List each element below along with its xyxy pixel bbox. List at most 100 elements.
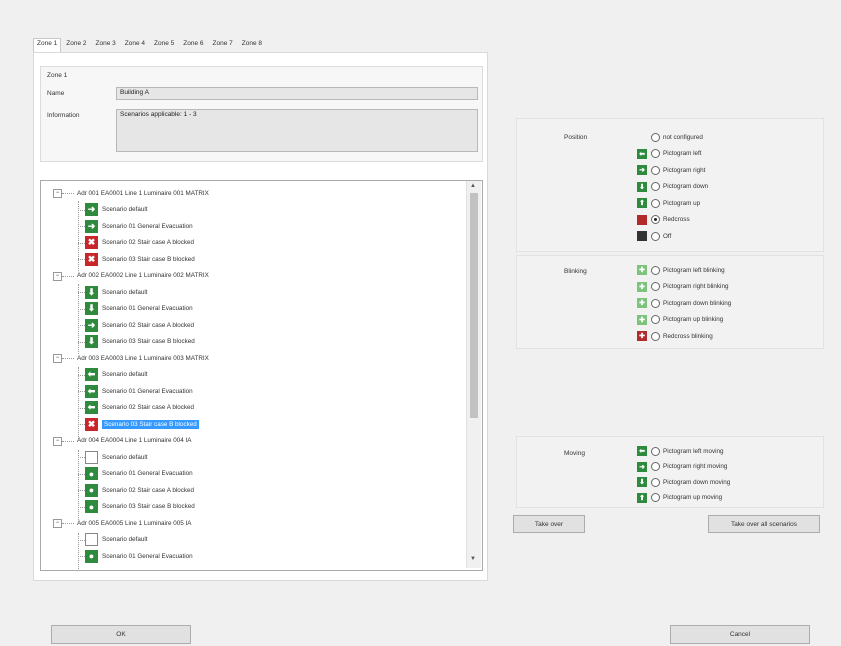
collapse-icon[interactable]: − bbox=[53, 354, 62, 363]
information-field[interactable]: Scenarios applicable: 1 - 3 bbox=[116, 109, 478, 152]
scroll-up-icon[interactable]: ▲ bbox=[470, 183, 476, 189]
tree-connector bbox=[78, 539, 85, 541]
tree-node-address[interactable]: Adr 003 EA0003 Line 1 Luminaire 003 MATR… bbox=[77, 350, 209, 366]
radio-button[interactable] bbox=[651, 132, 660, 142]
tree-connector bbox=[78, 556, 85, 557]
tree-node-scenario[interactable]: ● Scenario 02 Stair case A blocked bbox=[85, 482, 194, 498]
tree-node-scenario[interactable]: ✖ Scenario 02 Stair case A blocked bbox=[85, 235, 194, 251]
scroll-down-icon[interactable]: ▼ bbox=[470, 556, 476, 562]
radio-button[interactable] bbox=[651, 493, 660, 502]
tree-node-scenario[interactable]: ✖ Scenario 03 Stair case B blocked bbox=[85, 251, 195, 267]
name-label: Name bbox=[47, 90, 65, 97]
radio-button[interactable] bbox=[651, 446, 660, 456]
tree-node-scenario[interactable]: ● Scenario 01 General Evacuation bbox=[85, 466, 193, 482]
radio-button[interactable] bbox=[651, 298, 660, 308]
moving-option-label: Pictogram down moving bbox=[663, 478, 731, 486]
pictogram-swatch-icon: ⬆ bbox=[637, 198, 647, 208]
scenario-tree[interactable]: − Adr 001 EA0001 Line 1 Luminaire 001 MAT… bbox=[40, 180, 483, 571]
tree-node-scenario[interactable]: ➜ Scenario default bbox=[85, 202, 148, 218]
blinking-option-label: Pictogram right blinking bbox=[663, 283, 729, 290]
tree-node-address[interactable]: Adr 004 EA0004 Line 1 Luminaire 004 IA bbox=[77, 433, 191, 449]
moving-option[interactable]: ⬇ Pictogram down moving bbox=[637, 476, 730, 488]
blinking-option[interactable]: ✚ Pictogram right blinking bbox=[637, 281, 728, 293]
radio-button[interactable] bbox=[651, 231, 660, 241]
tree-node-scenario[interactable]: ➜ Scenario 02 Stair case A blocked bbox=[85, 317, 194, 333]
moving-option[interactable]: ⬆ Pictogram up moving bbox=[637, 492, 722, 504]
pictogram-swatch-icon bbox=[637, 214, 647, 225]
tree-node-address[interactable]: Adr 001 EA0001 Line 1 Luminaire 001 MATR… bbox=[77, 185, 209, 201]
radio-button[interactable] bbox=[651, 198, 660, 208]
blinking-option-label: Pictogram up blinking bbox=[663, 316, 724, 323]
position-option[interactable]: ⬆ Pictogram up bbox=[637, 197, 700, 209]
tree-node-scenario[interactable]: Scenario default bbox=[85, 449, 148, 465]
tree-connector bbox=[62, 523, 74, 524]
radio-button[interactable] bbox=[651, 462, 660, 471]
radio-button[interactable] bbox=[651, 282, 660, 291]
tab-zone-2[interactable]: Zone 2 bbox=[62, 38, 90, 52]
tree-connector bbox=[78, 209, 85, 211]
name-field[interactable]: Building A bbox=[116, 87, 478, 100]
tree-connector bbox=[78, 292, 85, 293]
tab-zone-7[interactable]: Zone 7 bbox=[209, 38, 237, 52]
radio-button[interactable] bbox=[651, 149, 660, 158]
tree-node-scenario[interactable]: ⬅ Scenario 01 General Evacuation bbox=[85, 383, 193, 399]
scrollbar-thumb[interactable] bbox=[470, 193, 478, 418]
position-option-label: Pictogram up bbox=[663, 199, 701, 207]
pictogram-icon: ➜ bbox=[85, 219, 98, 233]
blinking-option[interactable]: ✚ Pictogram up blinking bbox=[637, 314, 723, 326]
radio-button[interactable] bbox=[651, 265, 660, 275]
tree-connector bbox=[78, 259, 85, 260]
tree-scrollbar[interactable]: ▲ ▼ bbox=[466, 181, 481, 568]
moving-option[interactable]: ➜ Pictogram right moving bbox=[637, 461, 727, 473]
position-option-label: not configured bbox=[663, 133, 703, 141]
tab-zone-4[interactable]: Zone 4 bbox=[121, 38, 149, 52]
collapse-icon[interactable]: − bbox=[53, 436, 62, 446]
moving-option[interactable]: ⬅ Pictogram left moving bbox=[637, 445, 724, 457]
radio-button[interactable] bbox=[651, 165, 660, 175]
tree-node-scenario[interactable]: ➜ Scenario 01 General Evacuation bbox=[85, 218, 193, 234]
tree-node-scenario[interactable]: ● Scenario 03 Stair case B blocked bbox=[85, 499, 195, 515]
tree-node-scenario[interactable]: ⬇ Scenario 03 Stair case B blocked bbox=[85, 334, 195, 350]
position-option[interactable]: ⬇ Pictogram down bbox=[637, 181, 708, 193]
take-over-button[interactable]: Take over bbox=[513, 515, 585, 533]
tree-node-scenario[interactable]: ⬅ Scenario 02 Stair case A blocked bbox=[85, 400, 194, 416]
radio-button[interactable] bbox=[651, 331, 660, 341]
radio-button[interactable] bbox=[651, 477, 660, 487]
take-over-all-button[interactable]: Take over all scenarios bbox=[708, 515, 820, 533]
tree-connector bbox=[78, 308, 85, 310]
blinking-option[interactable]: ✚ Pictogram down blinking bbox=[637, 297, 731, 309]
position-option[interactable]: Redcross bbox=[637, 214, 690, 226]
tree-node-address[interactable]: Adr 002 EA0002 Line 1 Luminaire 002 MATR… bbox=[77, 268, 209, 284]
collapse-icon[interactable]: − bbox=[53, 519, 62, 528]
tree-node-scenario[interactable]: ● Scenario 01 General Evacuation bbox=[85, 548, 193, 564]
ok-button[interactable]: OK bbox=[51, 625, 191, 644]
radio-button[interactable] bbox=[651, 315, 660, 324]
tab-zone-1[interactable]: Zone 1 bbox=[33, 38, 62, 52]
collapse-icon[interactable]: − bbox=[53, 189, 62, 198]
tree-node-scenario[interactable]: ⬅ Scenario default bbox=[85, 367, 148, 383]
position-option[interactable]: Off bbox=[637, 230, 671, 242]
tree-node-scenario[interactable]: ⬇ Scenario default bbox=[85, 284, 148, 300]
tree-node-scenario[interactable]: Scenario default bbox=[85, 532, 148, 548]
collapse-icon[interactable]: − bbox=[53, 271, 62, 281]
tree-node-label: Adr 003 EA0003 Line 1 Luminaire 003 MATR… bbox=[77, 354, 209, 362]
blinking-option[interactable]: ✚ Redcross blinking bbox=[637, 330, 713, 342]
radio-button[interactable] bbox=[651, 215, 660, 224]
blinking-option[interactable]: ✚ Pictogram left blinking bbox=[637, 264, 725, 276]
tab-zone-5[interactable]: Zone 5 bbox=[150, 38, 178, 52]
tree-node-address[interactable]: Adr 005 EA0005 Line 1 Luminaire 005 IA bbox=[77, 515, 191, 531]
radio-button[interactable] bbox=[651, 182, 660, 191]
position-option[interactable]: not configured bbox=[637, 131, 703, 143]
tree-node-label: Scenario 01 General Evacuation bbox=[102, 387, 193, 395]
tab-zone-8[interactable]: Zone 8 bbox=[238, 38, 266, 52]
cancel-button[interactable]: Cancel bbox=[670, 625, 810, 644]
pictogram-swatch-icon: ⬅ bbox=[637, 148, 647, 159]
position-option[interactable]: ➜ Pictogram right bbox=[637, 164, 705, 176]
tab-zone-6[interactable]: Zone 6 bbox=[179, 38, 207, 52]
tree-node-scenario[interactable]: ⬇ Scenario 01 General Evacuation bbox=[85, 301, 193, 317]
position-option-label: Pictogram left bbox=[663, 150, 702, 157]
pictogram-icon: ● bbox=[85, 500, 98, 513]
tab-zone-3[interactable]: Zone 3 bbox=[92, 38, 120, 52]
tree-node-scenario[interactable]: ✖ Scenario 03 Stair case B blocked bbox=[85, 416, 199, 432]
position-option[interactable]: ⬅ Pictogram left bbox=[637, 148, 702, 160]
